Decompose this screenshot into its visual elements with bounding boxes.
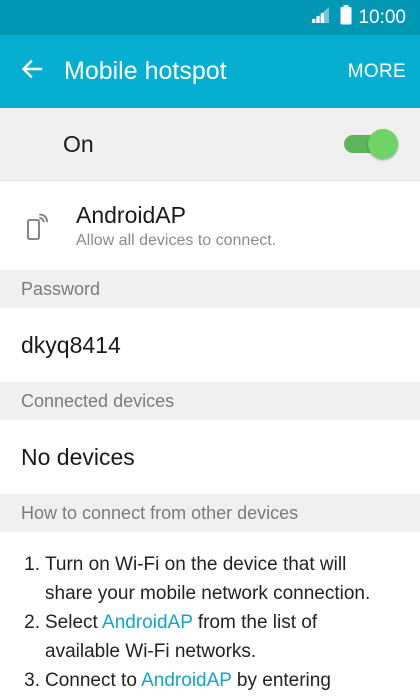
password-header: Password xyxy=(0,270,420,308)
status-time: 10:00 xyxy=(358,6,406,28)
step-text: Select xyxy=(45,612,103,633)
page-title: Mobile hotspot xyxy=(64,57,227,85)
toggle-thumb xyxy=(368,129,398,159)
hotspot-toggle[interactable] xyxy=(344,126,398,162)
connected-devices-header: Connected devices xyxy=(0,382,420,420)
step-number: 1. xyxy=(24,554,40,575)
connected-devices-value: No devices xyxy=(21,443,135,470)
instructions-list: 1. Turn on Wi-Fi on the device that will… xyxy=(0,532,420,695)
step-number: 2. xyxy=(24,612,40,633)
mobile-hotspot-screen: 10:00 Mobile hotspot MORE On AndroidAP A… xyxy=(0,0,420,700)
status-bar: 10:00 xyxy=(0,0,420,35)
instruction-step: 2. Select AndroidAP from the list of ava… xyxy=(0,608,404,666)
network-name-link: AndroidAP xyxy=(141,670,232,691)
instruction-step: 1. Turn on Wi-Fi on the device that will… xyxy=(0,550,404,608)
step-text-line: Turn on Wi-Fi on the device that will xyxy=(45,554,347,575)
hotspot-phone-icon xyxy=(0,211,76,241)
how-to-connect-header: How to connect from other devices xyxy=(0,494,420,532)
network-name: AndroidAP xyxy=(76,202,186,228)
back-button[interactable] xyxy=(0,35,64,108)
network-text: AndroidAP Allow all devices to connect. xyxy=(76,201,276,250)
step-text-line: Connect to AndroidAP by entering xyxy=(45,666,404,695)
app-bar: Mobile hotspot MORE xyxy=(0,35,420,108)
battery-icon xyxy=(340,5,352,30)
network-name-link: AndroidAP xyxy=(102,612,193,633)
signal-icon xyxy=(310,6,330,29)
step-text: by entering xyxy=(231,670,331,691)
switch-label: On xyxy=(63,130,94,157)
network-subtitle: Allow all devices to connect. xyxy=(76,232,277,249)
hotspot-master-switch-row[interactable]: On xyxy=(0,108,420,181)
instruction-step: 3. Connect to AndroidAP by entering xyxy=(0,666,404,695)
more-button[interactable]: MORE xyxy=(348,61,406,83)
step-text: Connect to xyxy=(45,670,142,691)
step-text: from the list of xyxy=(192,612,318,633)
step-text-line: share your mobile network connection. xyxy=(45,583,371,604)
arrow-left-icon xyxy=(20,57,44,86)
step-text-line: Select AndroidAP from the list of xyxy=(45,608,404,637)
network-name-row[interactable]: AndroidAP Allow all devices to connect. xyxy=(0,181,420,270)
step-number: 3. xyxy=(24,670,40,691)
password-value[interactable]: dkyq8414 xyxy=(0,308,420,382)
step-text-line: available Wi-Fi networks. xyxy=(45,641,257,662)
